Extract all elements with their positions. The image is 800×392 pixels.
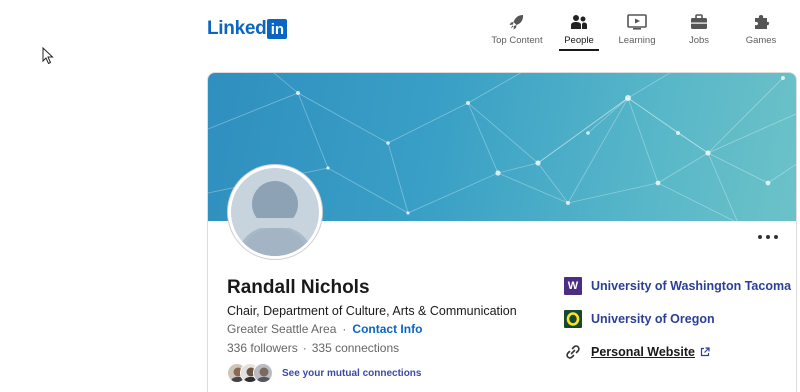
profile-location: Greater Seattle Area: [227, 322, 337, 336]
nav-label: People: [564, 35, 594, 46]
connections-count: 335 connections: [311, 341, 400, 355]
more-dot: [758, 235, 762, 239]
more-dot: [766, 235, 770, 239]
profile-avatar[interactable]: [228, 165, 322, 259]
education-name: University of Oregon: [591, 312, 715, 326]
profile-card: Randall Nichols Chair, Department of Cul…: [207, 72, 797, 392]
counts-row: 336 followers · 335 connections: [227, 341, 399, 355]
profile-name: Randall Nichols: [227, 277, 370, 298]
contact-info-link[interactable]: Contact Info: [352, 322, 422, 336]
profile-headline: Chair, Department of Culture, Arts & Com…: [227, 304, 517, 318]
top-nav-bar: Linked in Top Content People Learning Jo…: [0, 0, 800, 52]
nav-item-jobs[interactable]: Jobs: [671, 12, 727, 50]
briefcase-icon: [689, 12, 709, 32]
external-link-icon: [700, 347, 710, 357]
profile-sidebar: W University of Washington Tacoma Univer…: [564, 276, 791, 375]
separator: ·: [342, 322, 347, 336]
nav-item-games[interactable]: Games: [733, 12, 789, 50]
rocket-icon: [507, 12, 527, 32]
website-label: Personal Website: [591, 345, 695, 359]
page: Linked in Top Content People Learning Jo…: [0, 0, 800, 392]
mutual-connections-label: See your mutual connections: [282, 367, 422, 379]
logo-box: in: [267, 19, 288, 39]
logo-text: Linked: [207, 18, 267, 39]
uw-logo-icon: W: [564, 277, 582, 295]
nav-label: Jobs: [688, 35, 710, 46]
separator: ·: [302, 341, 307, 355]
people-icon: [569, 12, 589, 32]
link-icon: [564, 343, 582, 361]
nav-item-top-content[interactable]: Top Content: [485, 12, 549, 50]
default-avatar-icon: [231, 168, 319, 256]
personal-website-link[interactable]: Personal Website: [564, 342, 791, 362]
learning-icon: [627, 12, 647, 32]
education-name: University of Washington Tacoma: [591, 279, 792, 293]
nav-menu: Top Content People Learning Jobs Games: [485, 12, 789, 51]
nav-label: Games: [745, 35, 777, 46]
more-dot: [774, 235, 778, 239]
oregon-logo-icon: [564, 310, 582, 328]
education-item-oregon[interactable]: University of Oregon: [564, 309, 791, 329]
nav-item-people[interactable]: People: [555, 12, 603, 51]
nav-item-learning[interactable]: Learning: [609, 12, 665, 50]
mutual-avatars: [227, 363, 273, 383]
puzzle-icon: [751, 12, 771, 32]
nav-label: Top Content: [491, 35, 543, 46]
followers-count: 336 followers: [227, 341, 298, 355]
mutual-connections-link[interactable]: See your mutual connections: [227, 363, 421, 383]
linkedin-logo[interactable]: Linked in: [207, 18, 288, 40]
mutual-avatar: [253, 363, 273, 383]
location-row: Greater Seattle Area · Contact Info: [227, 322, 422, 336]
nav-label: Learning: [618, 35, 656, 46]
more-options-button[interactable]: [758, 231, 778, 243]
education-item-uw-tacoma[interactable]: W University of Washington Tacoma: [564, 276, 791, 296]
